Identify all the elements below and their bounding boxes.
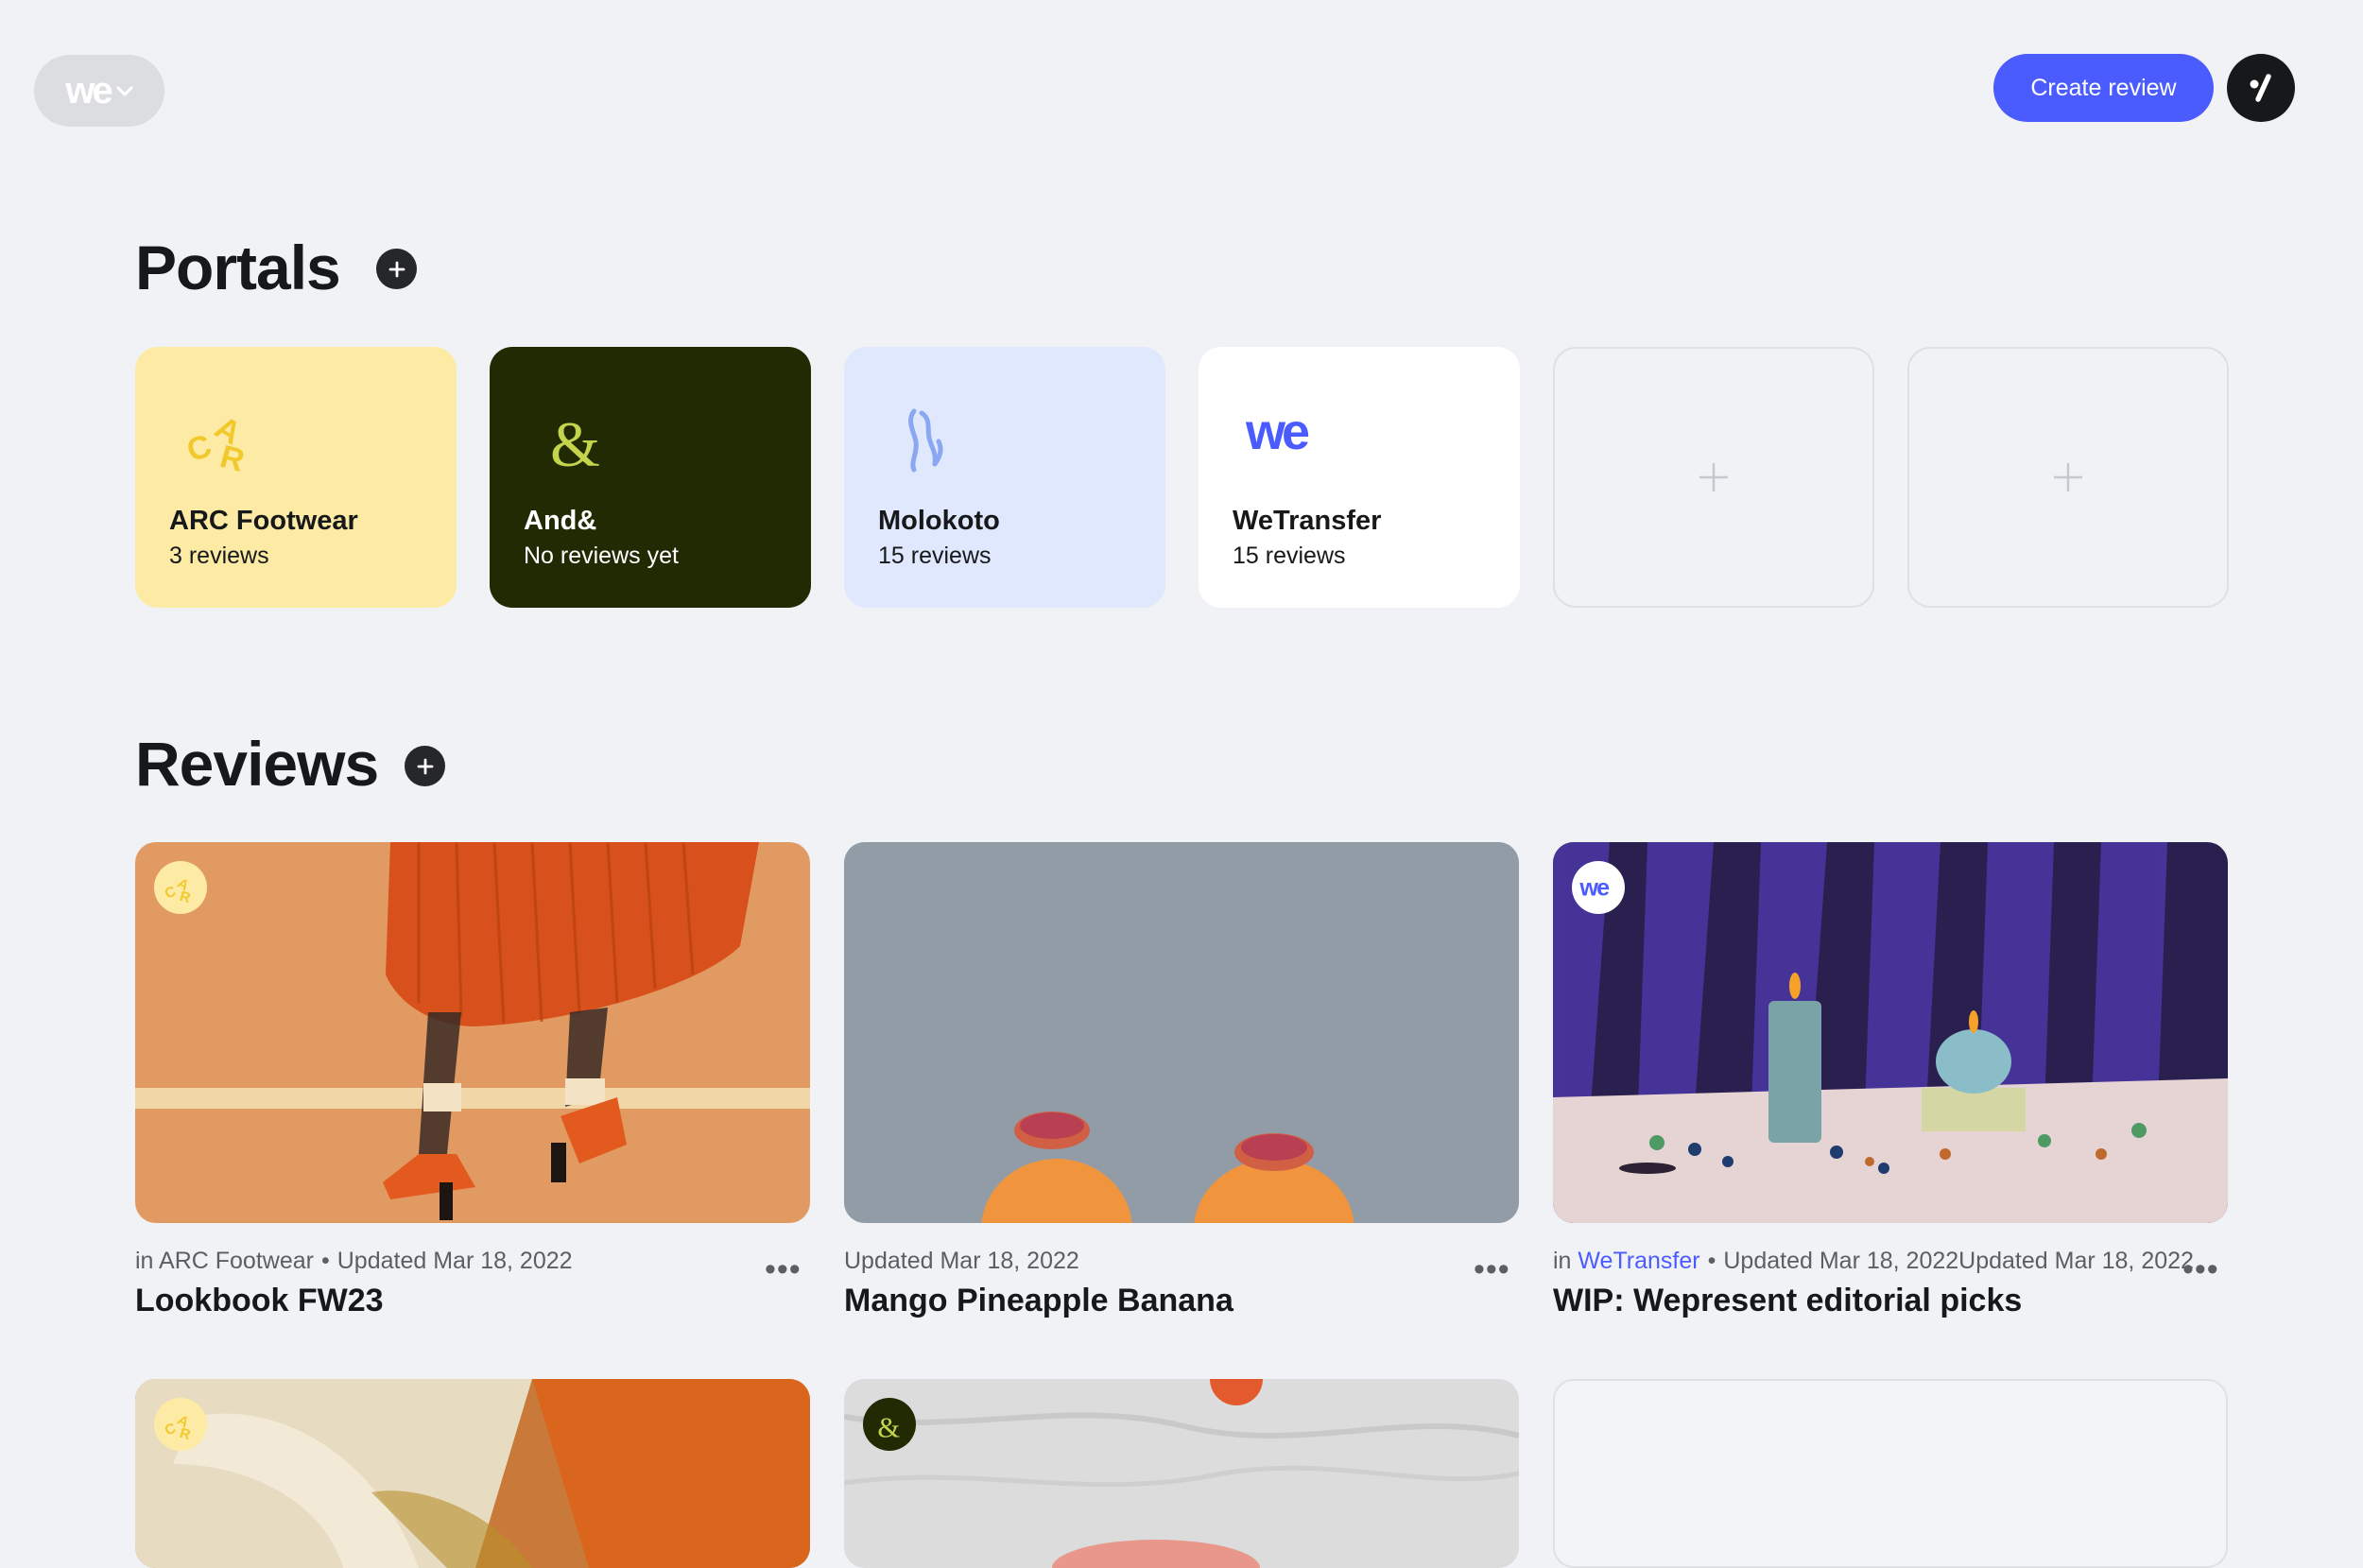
portal-review-count: 15 reviews — [1233, 543, 1346, 569]
svg-text:C: C — [184, 427, 216, 469]
portals-heading: Portals — [135, 233, 341, 302]
portal-link[interactable]: WeTransfer — [1578, 1248, 1699, 1274]
portal-review-count: 15 reviews — [878, 543, 992, 569]
arc-logo-icon: A C R — [182, 400, 260, 479]
review-title[interactable]: Lookbook FW23 — [135, 1283, 384, 1319]
app-switcher-button[interactable]: we — [34, 55, 164, 127]
svg-text:we: we — [1579, 874, 1610, 901]
review-title[interactable]: Mango Pineapple Banana — [844, 1283, 1233, 1319]
portal-name: Molokoto — [878, 506, 1000, 536]
review-title[interactable]: WIP: Wepresent editorial picks — [1553, 1283, 2022, 1319]
updated-date: Updated Mar 18, 2022Updated Mar 18, 2022 — [1723, 1248, 2194, 1274]
account-avatar-button[interactable] — [2227, 54, 2295, 122]
review-meta: Updated Mar 18, 2022 — [844, 1248, 1079, 1275]
reviews-heading: Reviews — [135, 729, 379, 799]
plus-circle-icon — [417, 758, 433, 774]
portal-name: WeTransfer — [1233, 506, 1382, 536]
review-thumbnail-wepresent[interactable]: we — [1553, 842, 2228, 1223]
svg-text:we: we — [1246, 404, 1309, 460]
updated-date: Updated Mar 18, 2022 — [844, 1248, 1079, 1274]
ampersand-icon: & — [863, 1398, 916, 1451]
updated-date: Updated Mar 18, 2022 — [336, 1248, 573, 1274]
add-portal-button[interactable] — [376, 249, 417, 289]
wetransfer-logo: we — [65, 70, 112, 112]
plus-icon — [1699, 463, 1728, 491]
review-meta: in WeTransfer • Updated Mar 18, 2022Update… — [1553, 1248, 2194, 1275]
portal-prefix: in — [135, 1248, 160, 1274]
avatar-slash-icon — [2250, 74, 2271, 102]
portal-card-and[interactable]: & And& No reviews yet — [490, 347, 811, 608]
review-meta: in ARC Footwear • Updated Mar 18, 2022 — [135, 1248, 573, 1275]
ampersand-icon: & — [539, 400, 614, 480]
portal-name: And& — [524, 506, 597, 536]
review-thumbnail-lookbook[interactable]: ACR — [135, 842, 810, 1223]
review-thumbnail-fabric[interactable]: ACR — [135, 1379, 810, 1568]
wetransfer-logo-icon: we — [1245, 404, 1321, 479]
wetransfer-logo-icon: we — [1572, 861, 1625, 914]
portal-card-arc-footwear[interactable]: A C R ARC Footwear 3 reviews — [135, 347, 457, 608]
arc-logo-icon: ACR — [154, 1398, 207, 1451]
add-portal-slot[interactable] — [1553, 347, 1874, 608]
create-review-button[interactable]: Create review — [1993, 54, 2214, 122]
more-options-button[interactable]: ••• — [765, 1253, 802, 1285]
arc-logo-icon: ACR — [154, 861, 207, 914]
add-portal-slot[interactable] — [1907, 347, 2229, 608]
separator-dot: • — [1707, 1248, 1716, 1274]
svg-text:&: & — [550, 408, 600, 475]
portal-card-molokoto[interactable]: Molokoto 15 reviews — [844, 347, 1165, 608]
review-thumbnail-mango[interactable] — [844, 842, 1519, 1223]
portal-name: ARC Footwear — [169, 506, 358, 536]
add-review-button[interactable] — [405, 746, 445, 786]
review-thumbnail-plate[interactable]: & — [844, 1379, 1519, 1568]
plus-icon — [2054, 463, 2082, 491]
portal-link[interactable]: ARC Footwear — [159, 1248, 314, 1274]
portal-card-wetransfer[interactable]: we WeTransfer 15 reviews — [1199, 347, 1520, 608]
svg-text:&: & — [877, 1412, 900, 1442]
more-options-button[interactable]: ••• — [1474, 1253, 1510, 1285]
review-card-placeholder — [1553, 1379, 2228, 1568]
separator-dot: • — [320, 1248, 330, 1274]
portal-review-count: 3 reviews — [169, 543, 269, 569]
molokoto-logo-icon — [893, 400, 969, 475]
chevron-down-icon — [116, 80, 133, 101]
portal-review-count: No reviews yet — [524, 543, 679, 569]
plus-circle-icon — [388, 261, 405, 277]
portal-prefix: in — [1553, 1248, 1578, 1274]
more-options-button[interactable]: ••• — [2182, 1253, 2219, 1285]
